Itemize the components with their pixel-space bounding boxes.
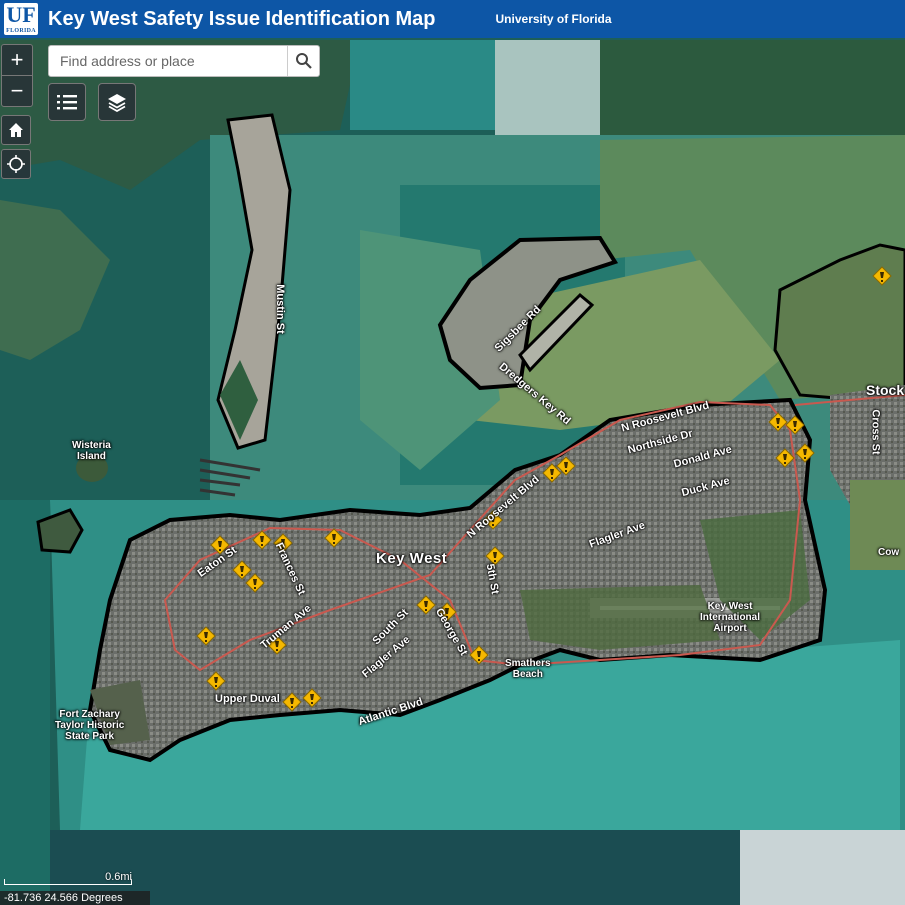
scale-bar: 0.6mi <box>2 871 132 887</box>
zoom-out-button[interactable]: − <box>2 75 32 106</box>
search-input[interactable] <box>49 46 287 76</box>
scale-label: 0.6mi <box>105 871 132 883</box>
search-widget <box>48 45 320 77</box>
app-title: Key West Safety Issue Identification Map <box>48 7 436 30</box>
map-view[interactable]: Key West Wisteria Island Sigsbee Rd Must… <box>0 38 905 905</box>
app-header: UF FLORIDA Key West Safety Issue Identif… <box>0 0 905 38</box>
locate-icon <box>7 155 25 173</box>
label-stock: Stock <box>866 382 905 398</box>
logo-text: UF <box>6 2 36 27</box>
label-key-west: Key West <box>376 550 448 567</box>
search-icon <box>295 53 312 69</box>
home-icon <box>9 123 23 137</box>
home-button[interactable] <box>1 115 31 145</box>
label-cow: Cow <box>878 547 900 558</box>
coordinate-readout: -81.736 24.566 Degrees <box>0 891 150 905</box>
zoom-control: + − <box>1 44 33 107</box>
label-upper-duval: Upper Duval <box>215 693 280 705</box>
uf-logo: UF FLORIDA <box>4 3 38 35</box>
label-fort-zachary: Fort Zachary Taylor Historic State Park <box>55 709 125 742</box>
search-button[interactable] <box>287 46 319 76</box>
layers-button[interactable] <box>98 83 136 121</box>
locate-button[interactable] <box>1 149 31 179</box>
list-icon <box>57 95 77 110</box>
label-smathers-beach: Smathers Beach <box>505 658 551 680</box>
label-mustin-st: Mustin St <box>273 284 286 334</box>
label-wisteria-island: Wisteria Island <box>72 440 111 462</box>
label-cross-st: Cross St <box>869 409 882 455</box>
logo-subtext: FLORIDA <box>6 28 36 34</box>
satellite-basemap[interactable] <box>0 38 905 905</box>
layers-icon <box>108 94 126 112</box>
organization-link[interactable]: University of Florida <box>496 12 612 26</box>
zoom-in-button[interactable]: + <box>2 45 32 75</box>
label-key-west-airport: Key West International Airport <box>700 601 761 634</box>
legend-button[interactable] <box>48 83 86 121</box>
coordinate-text: -81.736 24.566 Degrees <box>4 892 123 904</box>
